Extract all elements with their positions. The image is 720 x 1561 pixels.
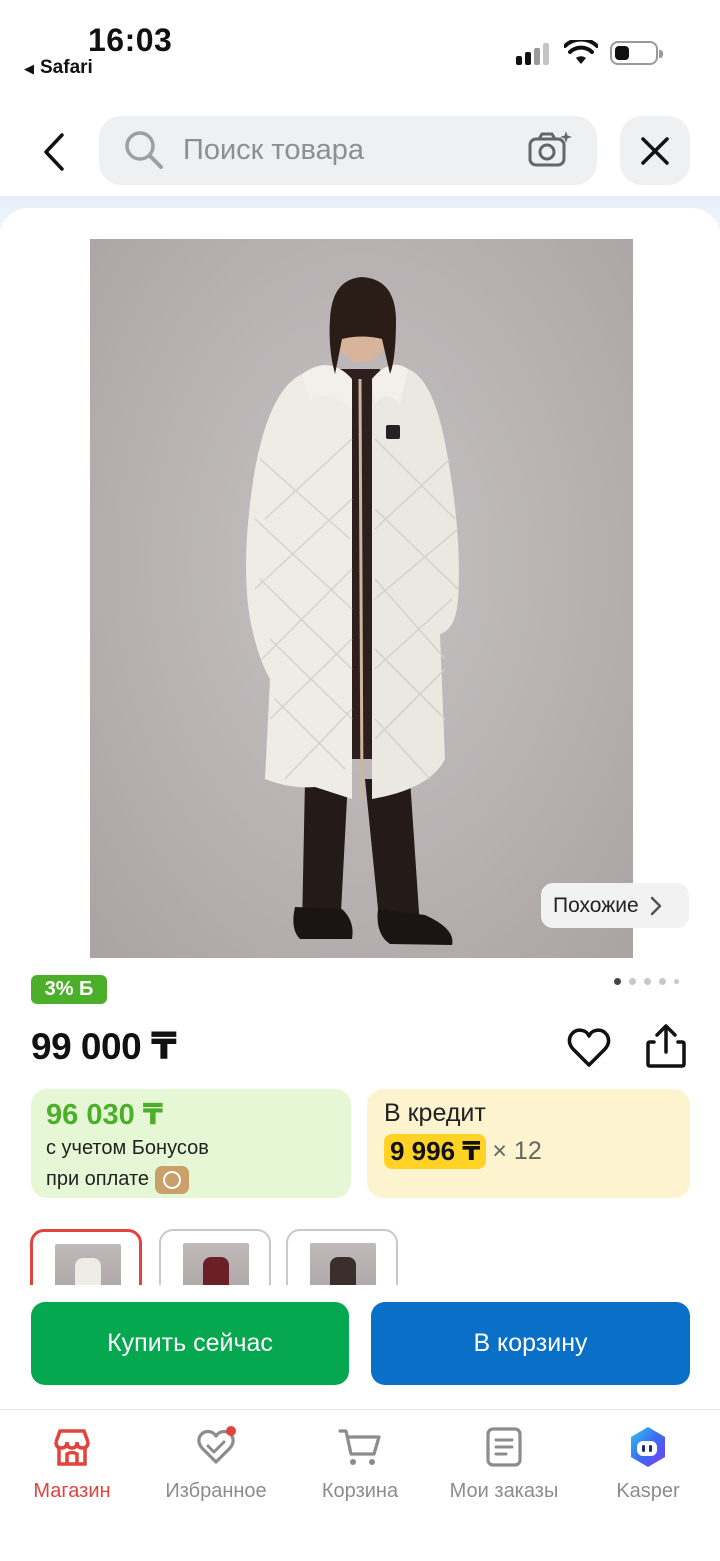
search-row: Поиск товара bbox=[0, 116, 720, 186]
share-icon bbox=[646, 1024, 686, 1068]
product-photo[interactable] bbox=[90, 239, 633, 958]
kaspi-coin-icon bbox=[155, 1165, 190, 1194]
orders-icon bbox=[486, 1427, 522, 1467]
heart-icon bbox=[567, 1028, 611, 1067]
bonus-text-2-row: при оплате bbox=[46, 1165, 336, 1194]
search-input[interactable]: Поиск товара bbox=[99, 116, 597, 185]
credit-card-block[interactable]: В кредит 9 996 ₸ × 12 bbox=[367, 1089, 690, 1198]
back-app-label: Safari bbox=[40, 57, 93, 78]
favorites-notification-dot bbox=[226, 1426, 236, 1436]
color-variants bbox=[0, 1229, 720, 1285]
close-button[interactable] bbox=[620, 116, 690, 185]
gallery-dot-2[interactable] bbox=[629, 978, 636, 985]
product-price: 99 000 ₸ bbox=[31, 1026, 177, 1067]
gallery-dot-5[interactable] bbox=[674, 979, 679, 984]
similar-products-button[interactable]: Похожие bbox=[541, 883, 689, 928]
search-placeholder: Поиск товара bbox=[183, 134, 364, 166]
tab-cart-label: Корзина bbox=[321, 1480, 399, 1502]
credit-title: В кредит bbox=[384, 1099, 486, 1127]
variant-thumb-1 bbox=[55, 1244, 121, 1285]
bonus-text-2: при оплате bbox=[46, 1168, 150, 1190]
wifi-icon bbox=[564, 40, 598, 64]
coat-illustration bbox=[246, 277, 459, 945]
variant-thumb-2 bbox=[183, 1243, 249, 1285]
cart-icon bbox=[338, 1429, 381, 1465]
status-time: 16:03 bbox=[88, 22, 173, 58]
similar-label: Похожие bbox=[553, 893, 639, 917]
bottom-tab-bar: Магазин Избранное Корзина Мои заказы Kas… bbox=[0, 1409, 720, 1561]
share-button[interactable] bbox=[642, 1022, 690, 1070]
tab-kasper[interactable]: Kasper bbox=[576, 1422, 720, 1503]
back-button[interactable] bbox=[30, 128, 78, 176]
back-to-safari-link[interactable]: ◀ Safari bbox=[24, 57, 93, 79]
credit-months: × 12 bbox=[492, 1137, 542, 1165]
battery-icon bbox=[610, 41, 663, 65]
bonus-price-card[interactable]: 96 030 ₸ с учетом Бонусов при оплате bbox=[31, 1089, 351, 1198]
kasper-icon bbox=[631, 1427, 665, 1467]
gallery-dot-1[interactable] bbox=[614, 978, 621, 985]
credit-row: 9 996 ₸ × 12 bbox=[384, 1134, 673, 1169]
tab-favorites[interactable]: Избранное bbox=[144, 1422, 288, 1503]
gallery-pagination bbox=[614, 978, 679, 985]
search-icon bbox=[125, 131, 163, 169]
back-triangle-icon: ◀ bbox=[24, 61, 34, 76]
signal-icon bbox=[516, 43, 552, 65]
tab-shop[interactable]: Магазин bbox=[0, 1422, 144, 1503]
credit-monthly-price: 9 996 ₸ bbox=[384, 1134, 487, 1169]
bonus-price: 96 030 ₸ bbox=[46, 1099, 163, 1131]
tab-orders[interactable]: Мои заказы bbox=[432, 1422, 576, 1503]
status-bar: 16:03 ◀ Safari bbox=[0, 0, 720, 90]
bonus-text-1: с учетом Бонусов bbox=[46, 1137, 209, 1159]
gallery-dot-3[interactable] bbox=[644, 978, 651, 985]
tab-kasper-label: Kasper bbox=[616, 1480, 680, 1502]
store-icon bbox=[54, 1429, 90, 1466]
bonus-percent-badge: 3% Б bbox=[31, 975, 107, 1004]
chevron-left-icon bbox=[44, 133, 64, 171]
close-icon bbox=[641, 136, 669, 165]
gallery-dot-4[interactable] bbox=[659, 978, 666, 985]
variant-item-3[interactable] bbox=[286, 1229, 398, 1285]
add-to-cart-button[interactable]: В корзину bbox=[371, 1302, 690, 1385]
variant-item-2[interactable] bbox=[159, 1229, 271, 1285]
tab-favorites-label: Избранное bbox=[165, 1480, 267, 1502]
chevron-right-icon bbox=[650, 896, 661, 915]
camera-search-icon[interactable] bbox=[527, 129, 573, 171]
variant-thumb-3 bbox=[310, 1243, 376, 1285]
buy-now-button[interactable]: Купить сейчас bbox=[31, 1302, 349, 1385]
tab-shop-label: Магазин bbox=[33, 1480, 111, 1502]
tab-orders-label: Мои заказы bbox=[449, 1480, 559, 1502]
favorite-button[interactable] bbox=[566, 1025, 612, 1071]
variant-item-1[interactable] bbox=[30, 1229, 142, 1285]
tab-cart[interactable]: Корзина bbox=[288, 1422, 432, 1503]
